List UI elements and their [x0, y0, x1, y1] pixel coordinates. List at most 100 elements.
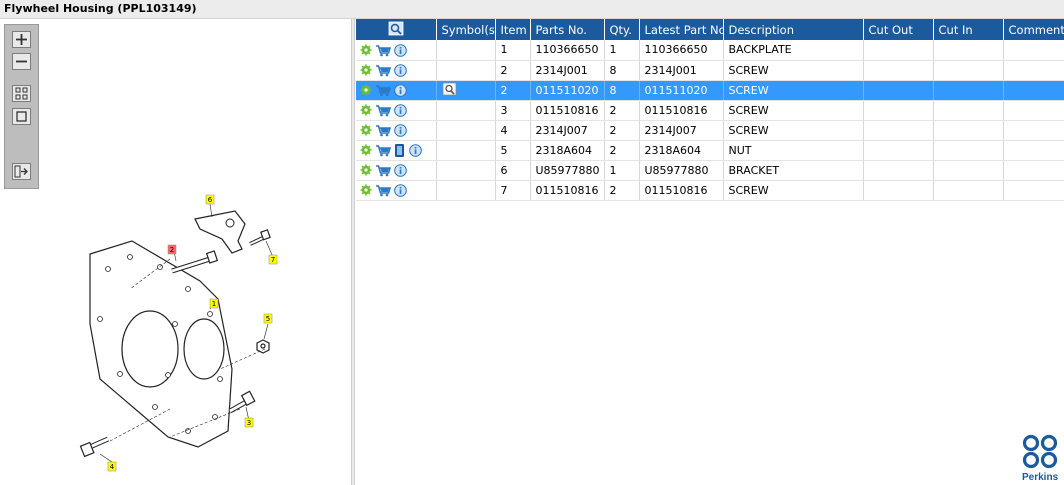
- item-cell: 1: [495, 40, 531, 61]
- gear-icon[interactable]: [360, 124, 372, 136]
- description-cell: BACKPLATE: [723, 40, 864, 61]
- table-row[interactable]: 3 011510816 2 011510816 SCREW: [356, 100, 1064, 121]
- gear-icon[interactable]: [360, 184, 372, 196]
- pane-splitter[interactable]: [351, 19, 355, 485]
- parts-diagram[interactable]: 6 2 7 1 5 3 4: [60, 169, 300, 485]
- cart-icon[interactable]: [375, 184, 391, 197]
- info-icon[interactable]: [394, 83, 407, 97]
- info-icon[interactable]: [394, 63, 407, 77]
- document-icon[interactable]: [394, 143, 406, 158]
- callout-3[interactable]: 3: [244, 417, 254, 428]
- info-icon[interactable]: [394, 103, 407, 117]
- gear-icon[interactable]: [360, 164, 372, 176]
- gear-icon[interactable]: [360, 64, 372, 76]
- bracket-shape[interactable]: [194, 210, 246, 254]
- callout-5[interactable]: 5: [263, 313, 273, 324]
- svg-text:1: 1: [212, 300, 216, 308]
- parts-no-cell: U85977880: [530, 160, 605, 181]
- search-part-icon[interactable]: [442, 82, 457, 96]
- info-icon[interactable]: [409, 143, 422, 157]
- info-icon[interactable]: [394, 163, 407, 177]
- actions-cell: [356, 160, 437, 181]
- parts-no-cell: 2318A604: [530, 140, 605, 161]
- symbols-cell: [436, 120, 496, 141]
- comment-cell: [1003, 100, 1064, 121]
- qty-cell: 8: [604, 60, 640, 81]
- callout-2[interactable]: 2: [167, 244, 177, 255]
- column-header-item[interactable]: Item: [495, 19, 531, 40]
- table-row[interactable]: 6 U85977880 1 U85977880 BRACKET: [356, 160, 1064, 181]
- table-row[interactable]: 7 011510816 2 011510816 SCREW: [356, 180, 1064, 201]
- item-cell: 2: [495, 60, 531, 81]
- zoom-out-button[interactable]: [12, 53, 31, 70]
- zoom-in-button[interactable]: [12, 31, 31, 48]
- cart-icon[interactable]: [375, 124, 391, 137]
- table-header: Symbol(s) Item Parts No. Qty. Latest Par…: [356, 19, 1064, 40]
- cart-icon[interactable]: [375, 64, 391, 77]
- actual-size-button[interactable]: [12, 108, 31, 125]
- latest-part-no-cell: 2318A604: [639, 140, 724, 161]
- cart-icon[interactable]: [375, 104, 391, 117]
- parts-table: Symbol(s) Item Parts No. Qty. Latest Par…: [356, 19, 1064, 201]
- cut-in-cell: [933, 80, 1004, 101]
- table-row[interactable]: 1 110366650 1 110366650 BACKPLATE: [356, 40, 1064, 61]
- cut-out-cell: [863, 40, 934, 61]
- svg-text:2: 2: [170, 246, 174, 254]
- actions-cell: [356, 100, 437, 121]
- gear-icon[interactable]: [360, 84, 372, 96]
- column-header-actions[interactable]: [356, 19, 437, 40]
- cart-icon[interactable]: [375, 144, 391, 157]
- fit-page-button[interactable]: [12, 85, 31, 102]
- cart-icon[interactable]: [375, 84, 391, 97]
- callout-7[interactable]: 7: [268, 254, 278, 265]
- table-row[interactable]: 4 2314J007 2 2314J007 SCREW: [356, 120, 1064, 141]
- gear-icon[interactable]: [360, 104, 372, 116]
- column-header-description[interactable]: Description: [723, 19, 864, 40]
- cart-icon[interactable]: [375, 44, 391, 57]
- column-header-cut-out[interactable]: Cut Out: [863, 19, 934, 40]
- screw-item-7[interactable]: [249, 229, 271, 246]
- cut-in-cell: [933, 160, 1004, 181]
- cart-icon[interactable]: [375, 164, 391, 177]
- column-header-qty[interactable]: Qty.: [604, 19, 640, 40]
- info-icon[interactable]: [394, 43, 407, 57]
- table-row[interactable]: 2 011511020 8 011511020 SCREW: [356, 80, 1064, 101]
- screw-item-3[interactable]: [228, 390, 256, 414]
- description-cell: SCREW: [723, 60, 864, 81]
- table-row[interactable]: 2 2314J001 8 2314J001 SCREW: [356, 60, 1064, 81]
- description-cell: BRACKET: [723, 160, 864, 181]
- table-row[interactable]: 5 2318A604 2 2318A604 NUT: [356, 140, 1064, 161]
- screw-item-4[interactable]: [79, 436, 110, 458]
- gear-icon[interactable]: [360, 144, 372, 156]
- screw-item-2[interactable]: [171, 250, 219, 274]
- callout-4[interactable]: 4: [107, 461, 117, 472]
- column-header-comment[interactable]: Comment: [1003, 19, 1064, 40]
- window-title: Flywheel Housing (PPL103149): [0, 0, 1064, 19]
- description-cell: NUT: [723, 140, 864, 161]
- gear-icon[interactable]: [360, 44, 372, 56]
- description-cell: SCREW: [723, 180, 864, 201]
- symbols-cell: [436, 100, 496, 121]
- actual-size-icon: [16, 111, 27, 122]
- item-cell: 4: [495, 120, 531, 141]
- column-header-cut-in[interactable]: Cut In: [933, 19, 1004, 40]
- cut-in-cell: [933, 180, 1004, 201]
- symbols-cell: [436, 40, 496, 61]
- info-icon[interactable]: [394, 183, 407, 197]
- parts-no-cell: 011510816: [530, 100, 605, 121]
- callout-1[interactable]: 1: [209, 298, 219, 309]
- column-header-parts-no[interactable]: Parts No.: [530, 19, 605, 40]
- latest-part-no-cell: 011510816: [639, 180, 724, 201]
- cut-in-cell: [933, 140, 1004, 161]
- cut-out-cell: [863, 100, 934, 121]
- description-cell: SCREW: [723, 80, 864, 101]
- column-header-latest-part-no[interactable]: Latest Part No.: [639, 19, 724, 40]
- nut-item-5[interactable]: [256, 339, 270, 354]
- callout-6[interactable]: 6: [205, 194, 215, 205]
- info-icon[interactable]: [394, 123, 407, 137]
- qty-cell: 2: [604, 100, 640, 121]
- export-button[interactable]: [12, 163, 31, 180]
- diagram-viewer[interactable]: 6 2 7 1 5 3 4: [0, 19, 351, 485]
- cut-out-cell: [863, 80, 934, 101]
- column-header-symbols[interactable]: Symbol(s): [436, 19, 496, 40]
